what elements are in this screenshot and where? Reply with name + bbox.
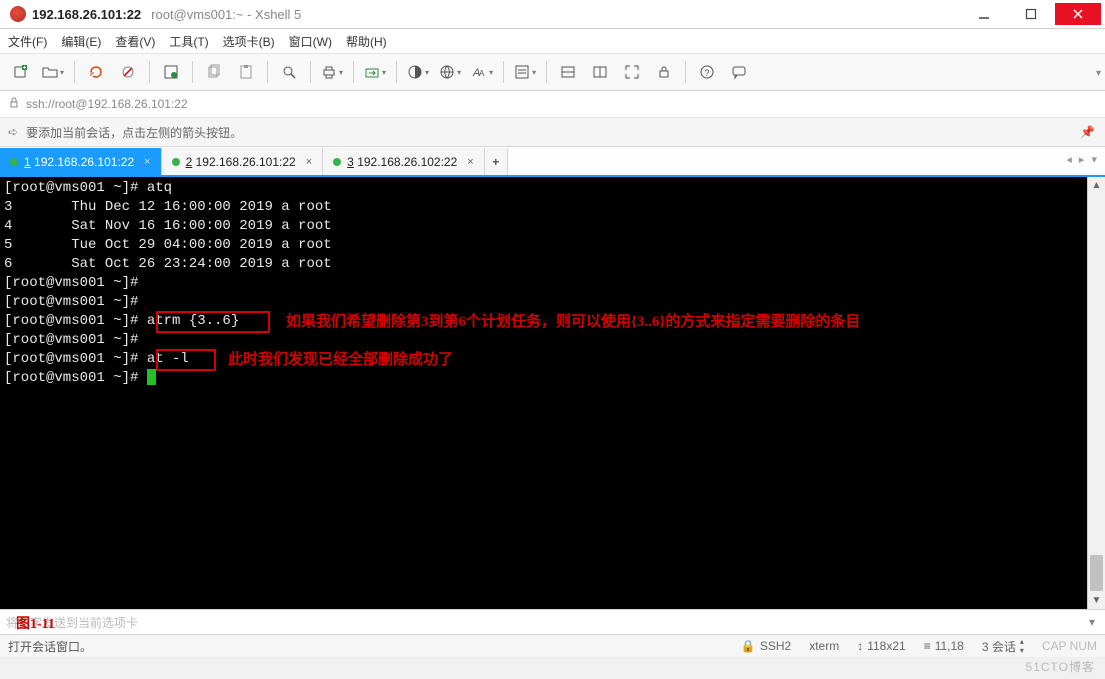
menu-file[interactable]: 文件(F)	[8, 33, 47, 50]
menu-bar: 文件(F) 编辑(E) 查看(V) 工具(T) 选项卡(B) 窗口(W) 帮助(…	[0, 29, 1105, 53]
scroll-down-icon[interactable]: ▼	[1088, 592, 1105, 609]
menu-help[interactable]: 帮助(H)	[346, 33, 387, 50]
terminal-cursor	[147, 369, 156, 385]
scroll-thumb[interactable]	[1090, 555, 1103, 591]
address-bar: ssh://root@192.168.26.101:22	[0, 91, 1105, 118]
status-term: xterm	[809, 639, 839, 653]
annotation-2: 此时我们发现已经全部删除成功了	[228, 348, 453, 369]
address-url[interactable]: ssh://root@192.168.26.101:22	[26, 97, 188, 111]
highlight-box-at-l	[156, 349, 216, 371]
open-button[interactable]: ▾	[38, 59, 68, 85]
status-dot-icon	[10, 158, 18, 166]
toolbar-overflow-icon[interactable]: ▾	[1096, 68, 1101, 79]
reconnect-button[interactable]	[81, 59, 111, 85]
status-pos: ≡ 11,18	[924, 639, 964, 653]
highlight-box-atrm	[156, 311, 270, 333]
help-button[interactable]: ?	[692, 59, 722, 85]
terminal-scrollbar[interactable]: ▲ ▼	[1087, 177, 1105, 609]
find-button[interactable]	[274, 59, 304, 85]
encoding-button[interactable]: ▾	[435, 59, 465, 85]
color-scheme-button[interactable]: ▾	[403, 59, 433, 85]
pin-icon[interactable]: 📌	[1080, 125, 1095, 139]
status-bar: 打开会话窗口。 🔒SSH2 xterm ↕ 118x21 ≡ 11,18 3 会…	[0, 634, 1105, 657]
fullscreen-button[interactable]	[617, 59, 647, 85]
tip-text: 要添加当前会话，点击左侧的箭头按钮。	[26, 124, 242, 141]
menu-view[interactable]: 查看(V)	[115, 33, 155, 50]
svg-text:A: A	[479, 69, 485, 78]
copy-button[interactable]	[199, 59, 229, 85]
terminal-pane[interactable]: [root@vms001 ~]# atq 3 Thu Dec 12 16:00:…	[0, 177, 1105, 609]
status-dot-icon	[172, 158, 180, 166]
app-logo-icon	[10, 6, 26, 22]
add-session-arrow-icon[interactable]: ➪	[8, 125, 18, 139]
xftp-button[interactable]: ▾	[360, 59, 390, 85]
tab-strip: 1 192.168.26.101:22 × 2 192.168.26.101:2…	[0, 147, 1105, 177]
close-tab-icon[interactable]: ×	[306, 156, 312, 168]
compose-dropdown-icon[interactable]: ▾	[1089, 615, 1095, 629]
disconnect-button[interactable]	[113, 59, 143, 85]
feedback-button[interactable]	[724, 59, 754, 85]
window-titlebar: 192.168.26.101:22 root@vms001:~ - Xshell…	[0, 0, 1105, 29]
status-size: ↕ 118x21	[857, 639, 905, 653]
status-proto: 🔒SSH2	[741, 639, 791, 653]
script-button[interactable]: ▾	[510, 59, 540, 85]
menu-tabs[interactable]: 选项卡(B)	[223, 33, 275, 50]
status-caps: CAP NUM	[1042, 639, 1097, 653]
annotation-1: 如果我们希望删除第3到第6个计划任务，则可以使用{3..6}的方式来指定需要删除…	[286, 310, 860, 331]
layout-vertical-button[interactable]	[585, 59, 615, 85]
title-ip: 192.168.26.101:22	[32, 7, 141, 22]
paste-button[interactable]	[231, 59, 261, 85]
compose-bar: 将打字发送到当前选项卡 图1-11 ▾	[0, 609, 1105, 634]
close-button[interactable]	[1055, 3, 1101, 25]
lock-icon	[8, 97, 20, 112]
watermark: 51CTO博客	[1026, 658, 1095, 675]
menu-edit[interactable]: 编辑(E)	[61, 33, 101, 50]
minimize-button[interactable]	[961, 3, 1007, 25]
new-session-button[interactable]	[6, 59, 36, 85]
session-tab-2[interactable]: 2 192.168.26.101:22 ×	[162, 148, 324, 175]
svg-text:?: ?	[705, 68, 710, 78]
title-subtitle: root@vms001:~ - Xshell 5	[151, 7, 301, 22]
new-tab-button[interactable]: +	[485, 148, 508, 175]
menu-window[interactable]: 窗口(W)	[289, 33, 332, 50]
session-tab-3[interactable]: 3 192.168.26.102:22 ×	[323, 148, 485, 175]
status-dot-icon	[333, 158, 341, 166]
maximize-button[interactable]	[1008, 3, 1054, 25]
properties-button[interactable]	[156, 59, 186, 85]
print-button[interactable]: ▾	[317, 59, 347, 85]
menu-tools[interactable]: 工具(T)	[169, 33, 208, 50]
scroll-up-icon[interactable]: ▲	[1088, 177, 1105, 194]
layout-horizontal-button[interactable]	[553, 59, 583, 85]
tip-bar: ➪ 要添加当前会话，点击左侧的箭头按钮。 📌	[0, 118, 1105, 147]
session-tab-1[interactable]: 1 192.168.26.101:22 ×	[0, 148, 162, 175]
close-tab-icon[interactable]: ×	[467, 156, 473, 168]
lock-button[interactable]	[649, 59, 679, 85]
tab-nav-arrows[interactable]: ◂ ▸ ▾	[1066, 153, 1099, 166]
status-left: 打开会话窗口。	[8, 638, 92, 655]
status-sessions: 3 会话 ▴▾	[982, 637, 1024, 655]
font-button[interactable]: AA▾	[467, 59, 497, 85]
close-tab-icon[interactable]: ×	[144, 156, 150, 168]
toolbar: ▾ ▾ ▾ ▾ ▾ AA▾ ▾ ?	[0, 53, 1105, 91]
lock-small-icon: 🔒	[741, 639, 756, 653]
figure-label: 图1-11	[16, 613, 55, 633]
